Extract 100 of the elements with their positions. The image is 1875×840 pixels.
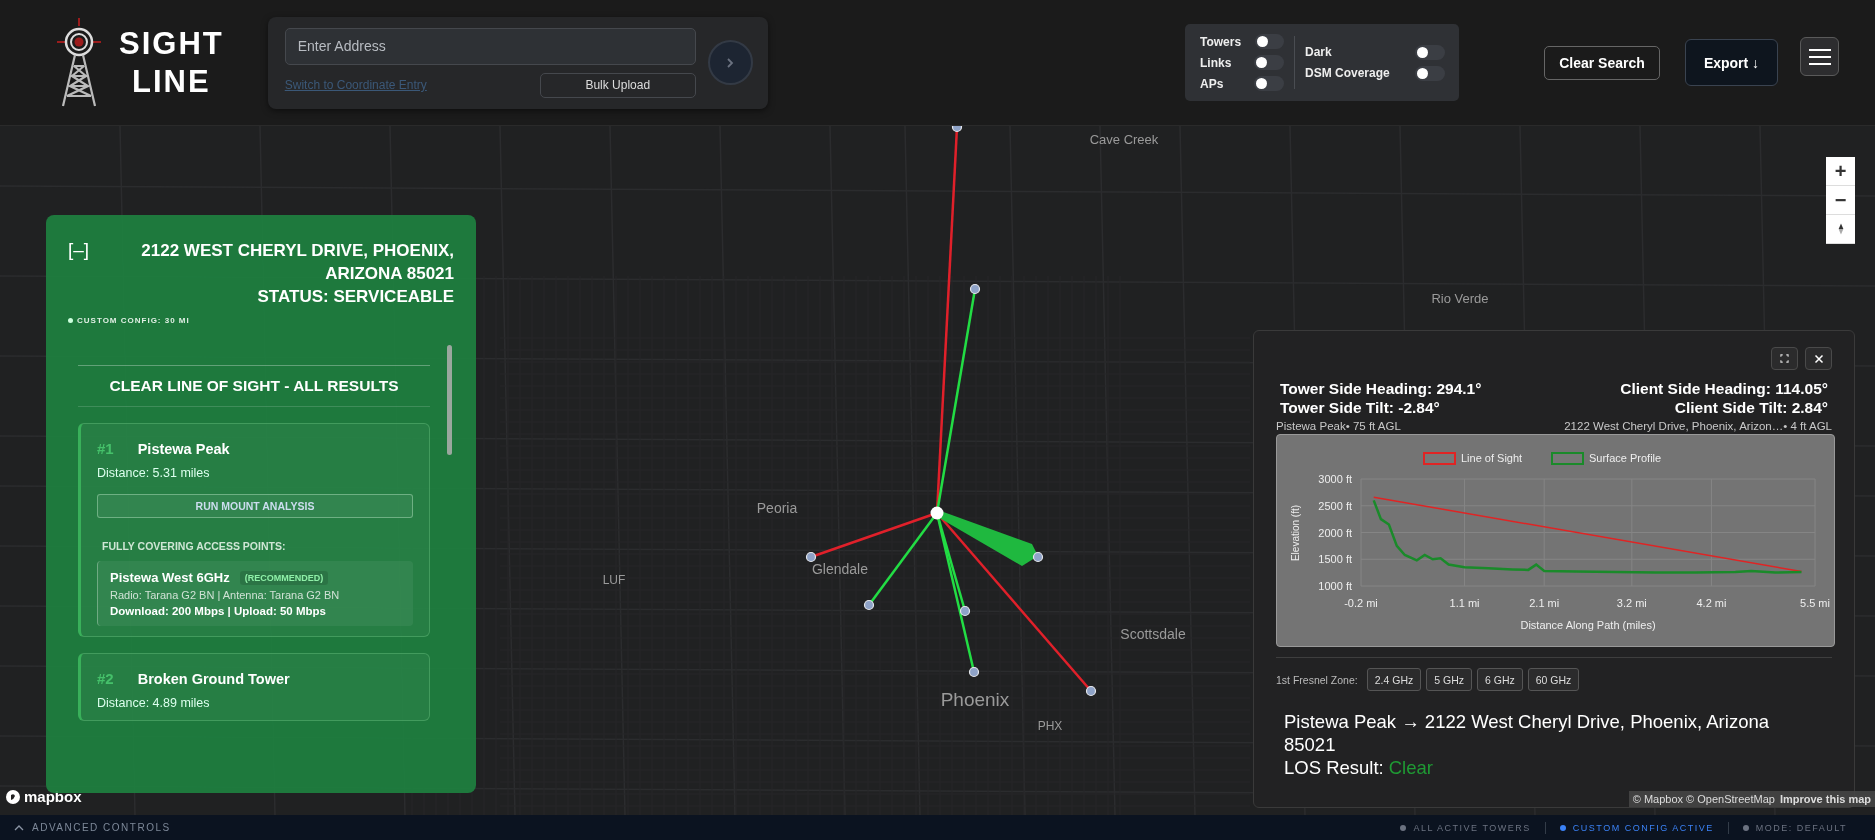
config-dot-icon bbox=[68, 318, 73, 323]
x-axis-title: Distance Along Path (miles) bbox=[1520, 619, 1656, 631]
legend-label: Surface Profile bbox=[1589, 452, 1662, 464]
speed-info: Download: 200 Mbps | Upload: 50 Mbps bbox=[110, 605, 327, 617]
toggle-switch[interactable] bbox=[1415, 44, 1445, 60]
frequency-button[interactable]: 2.4 GHz bbox=[1366, 668, 1422, 691]
attribution-text: © Mapbox © OpenStreetMap bbox=[1632, 793, 1775, 805]
logo-text: SIGHT bbox=[119, 24, 224, 63]
client-tilt-text: Client Side Tilt: 2.84° bbox=[1674, 398, 1828, 417]
config-label: CUSTOM CONFIG: 30 MI bbox=[77, 316, 190, 325]
tower-node[interactable] bbox=[951, 126, 963, 133]
status-label: CUSTOM CONFIG ACTIVE bbox=[1572, 822, 1714, 833]
frequency-button[interactable]: 5 GHz bbox=[1426, 668, 1472, 691]
close-icon bbox=[1813, 353, 1824, 364]
toggle-label: Links bbox=[1200, 55, 1232, 70]
recommended-badge: (RECOMMENDED) bbox=[239, 570, 329, 585]
frequency-button[interactable]: 60 GHz bbox=[1527, 668, 1580, 691]
logo-text: LINE bbox=[132, 62, 211, 101]
client-heading-text: Client Side Heading: 114.05° bbox=[1620, 379, 1828, 398]
los-result-value: Clear bbox=[1388, 756, 1433, 779]
compass-icon bbox=[1836, 222, 1845, 236]
access-point-name: Pistewa West 6GHz bbox=[110, 570, 230, 585]
toggle-label: Towers bbox=[1200, 34, 1242, 49]
legend-swatch bbox=[1423, 452, 1456, 465]
client-endpoint-label: 2122 West Cheryl Drive, Phoenix, Arizon…• 4 ft AGL bbox=[1564, 420, 1832, 432]
tower-node[interactable] bbox=[1032, 551, 1044, 563]
map-label: LUF bbox=[602, 573, 626, 588]
y-axis-title: Elevation (ft) bbox=[1290, 504, 1301, 562]
tower-node[interactable] bbox=[969, 283, 981, 295]
zoom-in-button[interactable]: + bbox=[1826, 157, 1855, 186]
result-rank: #1 bbox=[97, 440, 114, 457]
y-tick-label: 2000 ft bbox=[1318, 526, 1352, 539]
x-tick-label: 4.2 mi bbox=[1696, 597, 1727, 609]
tower-node[interactable] bbox=[959, 605, 971, 617]
result-card[interactable]: #1 Pistewa Peak Distance: 5.31 miles RUN MOUNT ANALYSIS FULLY COVERING ACCESS POINTS: Pistewa West 6GHz (RECOMMENDED) Radio: Tarana G2 BN | Antenna: Tarana G2 BN Download: 200 Mbps | Upload: 50 Mbps bbox=[78, 423, 430, 637]
address-input[interactable]: Enter Address bbox=[284, 27, 696, 65]
export-button[interactable]: Export ↓ bbox=[1685, 39, 1778, 86]
tower-heading-text: Tower Side Heading: 294.1° bbox=[1280, 379, 1482, 398]
collapse-button[interactable]: [–] bbox=[68, 239, 90, 261]
y-tick-label: 1000 ft bbox=[1318, 580, 1352, 592]
tower-node[interactable] bbox=[863, 599, 875, 611]
radio-info: Radio: Tarana G2 BN | Antenna: Tarana G2 BN bbox=[110, 589, 341, 601]
y-tick-label: 2500 ft bbox=[1318, 499, 1352, 512]
tower-node[interactable] bbox=[968, 666, 980, 678]
section-title: CLEAR LINE OF SIGHT - ALL RESULTS bbox=[78, 365, 430, 407]
access-points-heading: FULLY COVERING ACCESS POINTS: bbox=[102, 540, 287, 552]
map-label: Phoenix bbox=[940, 689, 1010, 710]
fullscreen-icon bbox=[1780, 354, 1789, 363]
toggle-switch[interactable] bbox=[1255, 34, 1284, 49]
link-path-text: Pistewa Peak → 2122 West Cheryl Drive, Phoenix, Arizona 85021 bbox=[1284, 710, 1770, 756]
mapbox-logo-text: mapbox bbox=[24, 788, 82, 805]
close-button[interactable] bbox=[1805, 347, 1832, 370]
map-label: Scottsdale bbox=[1120, 625, 1186, 642]
mapbox-logo-icon bbox=[5, 788, 21, 805]
tower-endpoint-label: Pistewa Peak• 75 ft AGL bbox=[1276, 420, 1401, 432]
tower-node[interactable] bbox=[1085, 685, 1097, 697]
tower-name: Broken Ground Tower bbox=[137, 670, 290, 687]
distance-text: Distance: 4.89 miles bbox=[97, 696, 211, 710]
toggle-switch[interactable] bbox=[1415, 65, 1445, 81]
legend-swatch bbox=[1551, 452, 1584, 465]
map-label: Rio Verde bbox=[1431, 291, 1489, 307]
location-marker bbox=[930, 506, 944, 520]
toggle-label: APs bbox=[1200, 76, 1224, 91]
x-tick-label: 1.1 mi bbox=[1449, 597, 1480, 609]
map-label: Peoria bbox=[756, 499, 798, 516]
chevron-up-icon bbox=[14, 824, 24, 831]
toggle-label: DSM Coverage bbox=[1305, 66, 1390, 80]
map-label: Cave Creek bbox=[1089, 132, 1159, 148]
status-heading: STATUS: SERVICEABLE bbox=[257, 286, 454, 308]
status-label: MODE: DEFAULT bbox=[1755, 822, 1847, 833]
map-label: Glendale bbox=[812, 560, 868, 577]
menu-button[interactable] bbox=[1800, 37, 1839, 76]
result-card[interactable]: #2 Broken Ground Tower Distance: 4.89 miles bbox=[78, 653, 430, 721]
y-tick-label: 3000 ft bbox=[1318, 473, 1352, 485]
menu-icon bbox=[1807, 47, 1832, 66]
x-tick-label: -0.2 mi bbox=[1344, 597, 1378, 609]
x-tick-label: 5.5 mi bbox=[1800, 597, 1830, 609]
fresnel-label: 1st Fresnel Zone: bbox=[1276, 673, 1358, 686]
scrollbar[interactable] bbox=[447, 345, 452, 455]
bulk-upload-button[interactable]: Bulk Upload bbox=[539, 72, 696, 98]
legend-label: Line of Sight bbox=[1461, 452, 1523, 464]
los-result-label: LOS Result: bbox=[1284, 756, 1384, 779]
distance-text: Distance: 5.31 miles bbox=[97, 466, 211, 480]
fullscreen-button[interactable] bbox=[1771, 347, 1798, 370]
x-tick-label: 2.1 mi bbox=[1529, 597, 1560, 609]
map-label: PHX bbox=[1037, 719, 1063, 734]
advanced-controls-toggle[interactable]: ADVANCED CONTROLS bbox=[14, 822, 171, 833]
status-label: ALL ACTIVE TOWERS bbox=[1413, 822, 1531, 833]
toggle-switch[interactable] bbox=[1254, 55, 1284, 70]
result-rank: #2 bbox=[97, 670, 114, 687]
improve-map-link[interactable]: Improve this map bbox=[1779, 793, 1871, 805]
frequency-button[interactable]: 6 GHz bbox=[1477, 668, 1523, 691]
clear-search-button[interactable]: Clear Search bbox=[1544, 45, 1660, 80]
toggle-label: Dark bbox=[1305, 45, 1332, 59]
toggle-switch[interactable] bbox=[1254, 76, 1284, 91]
address-heading: 2122 WEST CHERYL DRIVE, PHOENIX, ARIZONA 85021 bbox=[140, 240, 454, 285]
y-tick-label: 1500 ft bbox=[1318, 553, 1352, 566]
tower-node[interactable] bbox=[805, 551, 817, 563]
x-tick-label: 3.2 mi bbox=[1616, 597, 1647, 609]
tower-tilt-text: Tower Side Tilt: -2.84° bbox=[1280, 398, 1441, 417]
